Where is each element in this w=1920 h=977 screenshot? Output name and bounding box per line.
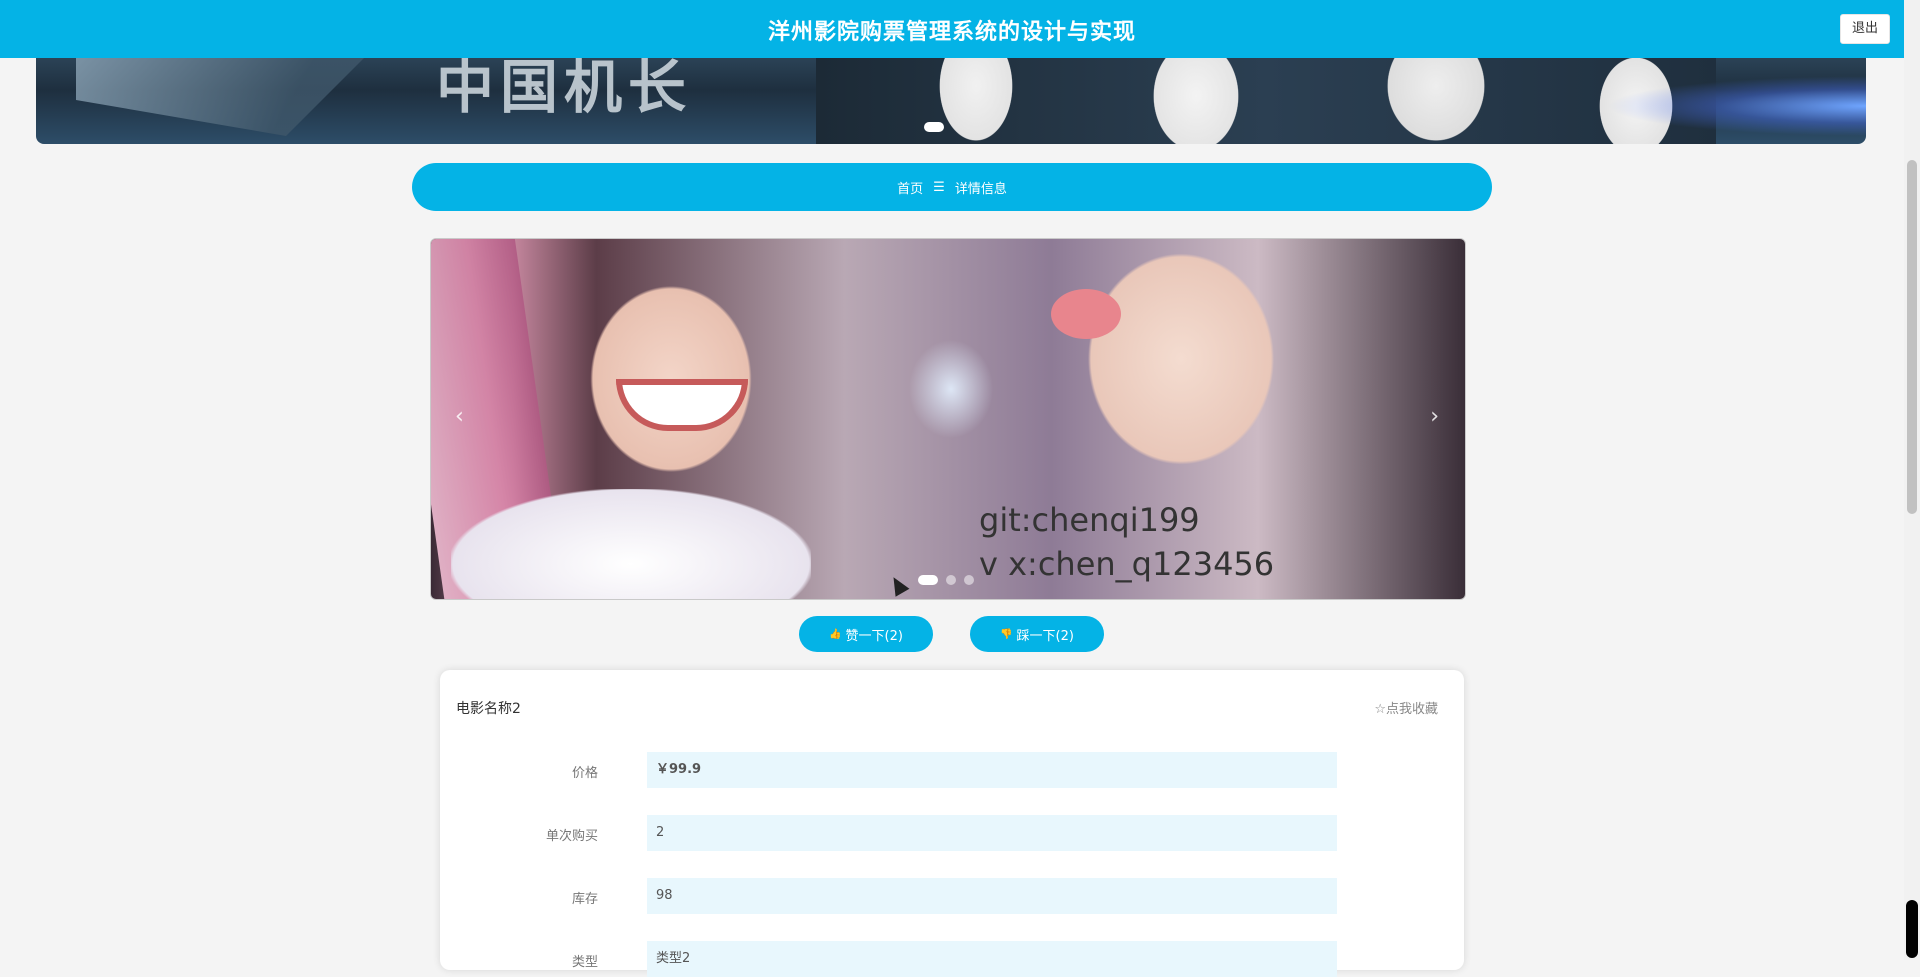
favorite-button[interactable]: ☆点我收藏 xyxy=(1374,698,1438,717)
carousel-photo-shirt xyxy=(451,489,811,599)
dislike-button[interactable]: 👎 踩一下(2) xyxy=(970,616,1104,652)
field-value: 2 xyxy=(647,815,1337,851)
breadcrumb-current: 详情信息 xyxy=(954,181,1007,197)
field-value: 98 xyxy=(647,878,1337,914)
dislike-label: 踩一下(2) xyxy=(1016,628,1074,644)
carousel-indicator[interactable] xyxy=(964,575,974,585)
field-row-price: 价格 ￥99.9 xyxy=(440,752,1464,788)
hero-banner: 中国机长 xyxy=(36,46,1866,144)
carousel-indicators xyxy=(918,575,974,585)
banner-plane-image xyxy=(76,46,376,136)
field-row-type: 类型 类型2 xyxy=(440,941,1464,977)
breadcrumb: 首页 ☰ 详情信息 xyxy=(412,163,1492,211)
field-row-purchase-limit: 单次购买 2 xyxy=(440,815,1464,851)
banner-people-image xyxy=(816,46,1716,144)
field-label: 库存 xyxy=(571,892,598,907)
carousel-photo-smile xyxy=(616,379,748,431)
page-scrollbar[interactable] xyxy=(1904,0,1920,960)
carousel-prev-icon[interactable]: ‹ xyxy=(455,404,464,429)
watermark-line-1: git:chenqi199 xyxy=(979,501,1200,539)
like-button[interactable]: 👍 赞一下(2) xyxy=(799,616,933,652)
field-label: 单次购买 xyxy=(545,829,598,844)
field-label: 类型 xyxy=(571,955,598,970)
watermark-line-2: v x:chen_q123456 xyxy=(979,545,1275,583)
carousel-indicator[interactable] xyxy=(918,575,938,585)
field-value: ￥99.9 xyxy=(647,752,1337,788)
carousel-photo-lips xyxy=(1051,289,1121,339)
banner-indicator[interactable] xyxy=(924,122,944,132)
carousel-next-icon[interactable]: › xyxy=(1430,404,1439,429)
site-title: 洋州影院购票管理系统的设计与实现 xyxy=(767,20,1136,45)
banner-glow xyxy=(1606,76,1866,136)
breadcrumb-separator-icon: ☰ xyxy=(933,179,945,195)
movie-name: 电影名称2 xyxy=(456,701,521,717)
top-header: 洋州影院购票管理系统的设计与实现 退出 xyxy=(0,0,1904,58)
field-value: 类型2 xyxy=(647,941,1337,977)
thumbs-down-icon: 👎 xyxy=(1000,628,1013,640)
detail-card: 电影名称2 ☆点我收藏 价格 ￥99.9 单次购买 2 库存 98 类型 类型2 xyxy=(440,670,1464,977)
field-row-stock: 库存 98 xyxy=(440,878,1464,914)
image-carousel: git:chenqi199 v x:chen_q123456 ‹ › xyxy=(430,238,1466,600)
scrollbar-bottom-indicator xyxy=(1906,900,1918,958)
breadcrumb-home[interactable]: 首页 xyxy=(897,178,923,197)
field-label: 价格 xyxy=(571,766,598,781)
thumbs-up-icon: 👍 xyxy=(829,628,842,640)
carousel-indicator[interactable] xyxy=(946,575,956,585)
like-label: 赞一下(2) xyxy=(845,628,903,644)
scrollbar-thumb[interactable] xyxy=(1907,160,1917,514)
logout-button[interactable]: 退出 xyxy=(1840,14,1890,44)
